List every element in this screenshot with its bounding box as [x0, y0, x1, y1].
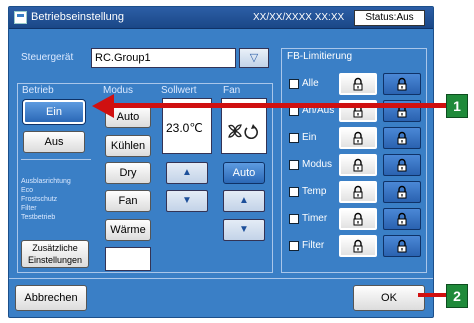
window-icon	[14, 11, 27, 24]
callout-2: 2	[446, 284, 468, 308]
fb-row-label: Timer	[302, 213, 328, 224]
divider	[21, 159, 91, 160]
unlock-button[interactable]	[339, 154, 377, 176]
fb-row-label: Alle	[302, 78, 319, 89]
lock-icon	[395, 239, 409, 258]
datetime: XX/XX/XXXX XX:XX	[253, 12, 345, 23]
unlock-button[interactable]	[339, 235, 377, 257]
lock-icon	[395, 158, 409, 177]
modus-fan-button[interactable]: Fan	[105, 190, 151, 212]
unlock-button[interactable]	[339, 208, 377, 230]
all-icon	[289, 79, 299, 89]
callout-arrow-head-icon	[92, 94, 114, 118]
unlock-icon	[351, 239, 365, 258]
steuergeraet-label: Steuergerät	[21, 52, 74, 63]
settings-dialog: Betriebseinstellung XX/XX/XXXX XX:XX Sta…	[8, 6, 434, 318]
footer-divider	[9, 278, 433, 279]
unlock-icon	[351, 212, 365, 231]
fan-auto-button[interactable]: Auto	[223, 162, 265, 184]
betrieb-label: Betrieb	[22, 85, 54, 96]
sollwert-value: 23.0℃	[166, 121, 203, 135]
fan-label: Fan	[223, 85, 241, 96]
info-line: Eco	[21, 187, 34, 194]
lock-icon	[395, 131, 409, 150]
lock-icon	[395, 77, 409, 96]
unlock-button[interactable]	[339, 73, 377, 95]
triangle-down-icon[interactable]: ▽	[239, 48, 269, 68]
betrieb-ein-button[interactable]: Ein	[23, 100, 85, 124]
lock-icon	[395, 185, 409, 204]
lock-button[interactable]	[383, 208, 421, 230]
callout-1: 1	[446, 94, 468, 118]
unlock-icon	[351, 131, 365, 150]
fan-up-button[interactable]: ▲	[223, 190, 265, 212]
info-line: Ausblasrichtung	[21, 178, 71, 185]
title-bar: Betriebseinstellung XX/XX/XXXX XX:XX Sta…	[9, 7, 433, 29]
fb-row-label: Ein	[302, 132, 317, 143]
power-icon	[289, 133, 299, 143]
lock-button[interactable]	[383, 73, 421, 95]
modus-dry-button[interactable]: Dry	[105, 162, 151, 184]
unlock-icon	[351, 185, 365, 204]
info-line: Frostschutz	[21, 196, 58, 203]
fb-row-label: Temp	[302, 186, 327, 197]
lock-button[interactable]	[383, 154, 421, 176]
clock-icon	[289, 214, 299, 224]
modus-display	[105, 247, 151, 271]
window-title: Betriebseinstellung	[31, 11, 124, 23]
status-badge: Status:Aus	[354, 10, 425, 26]
cancel-button[interactable]: Abbrechen	[15, 285, 87, 311]
modus-kuehlen-button[interactable]: Kühlen	[105, 135, 151, 157]
modus-waerme-button[interactable]: Wärme	[105, 219, 151, 241]
sollwert-label: Sollwert	[161, 85, 197, 96]
fb-row-label: Modus	[302, 159, 333, 170]
fan-down-button[interactable]: ▼	[223, 219, 265, 241]
lock-button[interactable]	[383, 181, 421, 203]
zusaetzliche-einstellungen-button[interactable]: Zusätzliche Einstellungen	[21, 240, 89, 268]
unlock-icon	[351, 77, 365, 96]
callout-2-line	[418, 293, 446, 297]
steuergeraet-field[interactable]: RC.Group1	[91, 48, 236, 68]
fb-row-label: Filter	[302, 240, 325, 251]
fan-speed-icon	[228, 124, 258, 139]
ok-button[interactable]: OK	[353, 285, 425, 311]
fb-limitierung-label: FB-Limitierung	[287, 51, 353, 62]
info-line: Testbetrieb	[21, 214, 56, 221]
unlock-icon	[351, 158, 365, 177]
lock-icon	[395, 212, 409, 231]
unlock-button[interactable]	[339, 127, 377, 149]
betrieb-aus-button[interactable]: Aus	[23, 131, 85, 153]
lock-button[interactable]	[383, 235, 421, 257]
lock-button[interactable]	[383, 127, 421, 149]
filter-icon	[289, 241, 299, 251]
thermometer-icon	[289, 187, 299, 197]
mode-icon	[289, 160, 299, 170]
callout-arrow-line	[110, 103, 446, 108]
sollwert-up-button[interactable]: ▲	[166, 162, 208, 184]
sollwert-down-button[interactable]: ▼	[166, 190, 208, 212]
unlock-button[interactable]	[339, 181, 377, 203]
info-line: Filter	[21, 205, 37, 212]
